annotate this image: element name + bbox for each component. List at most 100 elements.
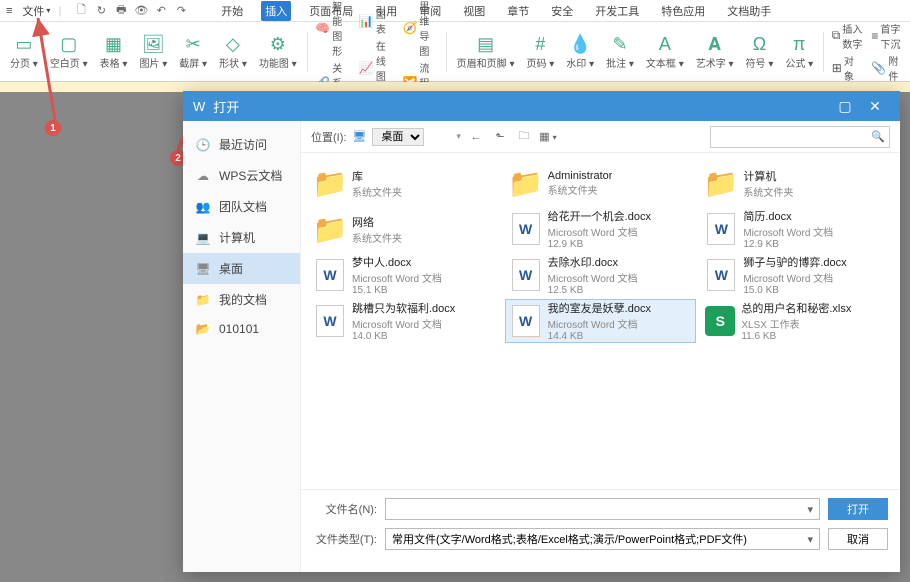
ribbon-文本框[interactable]: A文本框 ▾ — [640, 31, 690, 72]
up-icon[interactable]: ⬑ — [491, 130, 509, 143]
sidebar-icon: 🖥 — [195, 262, 211, 276]
ribbon-公式[interactable]: π公式 ▾ — [779, 31, 819, 72]
view-icon[interactable]: ▦ ▾ — [539, 130, 557, 143]
maximize-button[interactable]: ▢ — [830, 98, 860, 115]
sidebar-item-WPS云文档[interactable]: ☁WPS云文档 — [183, 160, 300, 191]
folder-icon: 📁 — [314, 167, 346, 199]
file-item[interactable]: W梦中人.docxMicrosoft Word 文档15.1 KB — [309, 253, 501, 297]
ribbon-icon: ≡ — [871, 29, 878, 43]
sidebar-item-我的文档[interactable]: 📁我的文档 — [183, 284, 300, 315]
sidebar-item-010101[interactable]: 📂010101 — [183, 315, 300, 343]
hamburger-icon[interactable]: ≡ — [0, 5, 18, 17]
filetype-label: 文件类型(T): — [313, 531, 377, 547]
sidebar-icon: 📁 — [195, 293, 211, 307]
file-size: 14.0 KB — [352, 331, 455, 342]
word-icon: W — [314, 305, 346, 337]
file-type: Microsoft Word 文档 — [548, 270, 638, 285]
file-type: XLSX 工作表 — [741, 316, 851, 331]
filetype-combo[interactable]: 常用文件(文字/Word格式;表格/Excel格式;演示/PowerPoint格… — [385, 528, 820, 550]
file-menu[interactable]: 文件 ▾ — [18, 3, 54, 19]
file-size: 12.9 KB — [548, 239, 651, 250]
ribbon-智能图形[interactable]: 🧠智能图形 — [315, 0, 351, 58]
ribbon-分页[interactable]: ▭分页 ▾ — [4, 31, 44, 72]
qat-icon[interactable]: ↷ — [173, 3, 189, 19]
file-item[interactable]: W跳槽只为软福利.docxMicrosoft Word 文档14.0 KB — [309, 299, 501, 343]
file-item[interactable]: W给花开一个机会.docxMicrosoft Word 文档12.9 KB — [505, 207, 697, 251]
file-item[interactable]: 📁计算机系统文件夹 — [700, 161, 892, 205]
file-item[interactable]: 📁Administrator系统文件夹 — [505, 161, 697, 205]
file-item[interactable]: W去除水印.docxMicrosoft Word 文档12.5 KB — [505, 253, 697, 297]
search-input[interactable] — [715, 131, 871, 143]
file-size: 15.1 KB — [352, 285, 442, 296]
search-box[interactable]: 🔍 — [710, 126, 890, 148]
ribbon-对象[interactable]: ⊞对象 — [832, 53, 864, 83]
sidebar-icon: ☁ — [195, 169, 211, 183]
file-item[interactable]: W我的室友是妖孽.docxMicrosoft Word 文档14.4 KB — [505, 299, 697, 343]
ribbon-插入数字[interactable]: ⧉插入数字 — [832, 21, 864, 51]
ribbon-首字下沉[interactable]: ≡首字下沉 — [871, 21, 902, 51]
qat-icon[interactable]: ↻ — [93, 3, 109, 19]
ribbon-空白页[interactable]: ▢空白页 ▾ — [44, 31, 94, 72]
close-button[interactable]: ✕ — [860, 98, 890, 115]
ribbon-水印[interactable]: 💧水印 ▾ — [560, 31, 600, 72]
ribbon-图表[interactable]: 📊图表 — [359, 6, 395, 36]
ribbon-icon: ▦ — [105, 33, 122, 55]
sidebar-item-桌面[interactable]: 🖥桌面 — [183, 253, 300, 284]
ribbon-icon: 📈 — [359, 61, 374, 75]
filename-combo[interactable]: ▾ — [385, 498, 820, 520]
quick-access-toolbar: 🗋 ↻ 🖶 👁 ↶ ↷ — [65, 3, 197, 19]
ribbon-功能图[interactable]: ⚙功能图 ▾ — [253, 31, 303, 72]
chevron-down-icon: ▾ — [807, 503, 813, 516]
file-size: 11.6 KB — [741, 331, 851, 342]
qat-icon[interactable]: 🖶 — [113, 3, 129, 19]
ribbon-页码[interactable]: #页码 ▾ — [520, 31, 560, 72]
ribbon-图片[interactable]: 🖼图片 ▾ — [133, 31, 173, 72]
sidebar-item-团队文档[interactable]: 👥团队文档 — [183, 191, 300, 222]
ribbon-icon: ✎ — [612, 33, 627, 55]
file-item[interactable]: W狮子与驴的博弈.docxMicrosoft Word 文档15.0 KB — [700, 253, 892, 297]
word-icon: W — [314, 259, 346, 291]
ribbon-icon: Ω — [753, 33, 766, 55]
ribbon-表格[interactable]: ▦表格 ▾ — [94, 31, 134, 72]
ribbon-思维导图[interactable]: 🧭思维导图 — [402, 0, 438, 58]
qat-icon[interactable]: ↶ — [153, 3, 169, 19]
file-item[interactable]: 📁库系统文件夹 — [309, 161, 501, 205]
tab-文档助手[interactable]: 文档助手 — [723, 1, 775, 21]
ribbon-页眉和页脚[interactable]: ▤页眉和页脚 ▾ — [451, 31, 521, 72]
sidebar-item-最近访问[interactable]: 🕒最近访问 — [183, 129, 300, 160]
tab-开发工具[interactable]: 开发工具 — [591, 1, 643, 21]
ribbon-形状[interactable]: ◇形状 ▾ — [213, 31, 253, 72]
dialog-titlebar: W 打开 ▢ ✕ — [183, 91, 900, 121]
tab-开始[interactable]: 开始 — [217, 1, 247, 21]
tab-特色应用[interactable]: 特色应用 — [657, 1, 709, 21]
tab-章节[interactable]: 章节 — [503, 1, 533, 21]
ribbon-批注[interactable]: ✎批注 ▾ — [600, 31, 640, 72]
sidebar-item-计算机[interactable]: 💻计算机 — [183, 222, 300, 253]
file-name: 去除水印.docx — [548, 254, 638, 270]
tab-安全[interactable]: 安全 — [547, 1, 577, 21]
back-icon[interactable]: ← — [467, 131, 485, 143]
file-type: Microsoft Word 文档 — [352, 270, 442, 285]
qat-icon[interactable]: 👁 — [133, 3, 149, 19]
file-name: Administrator — [548, 170, 613, 182]
file-item[interactable]: W简历.docxMicrosoft Word 文档12.9 KB — [700, 207, 892, 251]
tab-视图[interactable]: 视图 — [459, 1, 489, 21]
new-folder-icon[interactable]: 🗀 — [515, 127, 533, 146]
file-item[interactable]: 📁网络系统文件夹 — [309, 207, 501, 251]
tab-插入[interactable]: 插入 — [261, 1, 291, 21]
file-item[interactable]: S总的用户名和秘密.xlsxXLSX 工作表11.6 KB — [700, 299, 892, 343]
cancel-button[interactable]: 取消 — [828, 528, 888, 550]
file-list: 📁库系统文件夹📁Administrator系统文件夹📁计算机系统文件夹📁网络系统… — [301, 153, 900, 489]
qat-icon[interactable]: 🗋 — [73, 3, 89, 19]
ribbon-艺术字[interactable]: 𝐀艺术字 ▾ — [690, 31, 740, 72]
file-type: 系统文件夹 — [743, 184, 793, 199]
ribbon-截屏[interactable]: ✂截屏 ▾ — [173, 31, 213, 72]
location-select[interactable]: 桌面 — [372, 128, 424, 146]
open-button[interactable]: 打开 — [828, 498, 888, 520]
ribbon-附件[interactable]: 📎附件 — [871, 53, 902, 83]
file-name: 简历.docx — [743, 208, 833, 224]
ribbon-icon: ✂ — [186, 33, 201, 55]
ribbon-符号[interactable]: Ω符号 ▾ — [740, 31, 780, 72]
search-icon[interactable]: 🔍 — [871, 130, 885, 143]
ribbon-icon: π — [793, 33, 805, 55]
